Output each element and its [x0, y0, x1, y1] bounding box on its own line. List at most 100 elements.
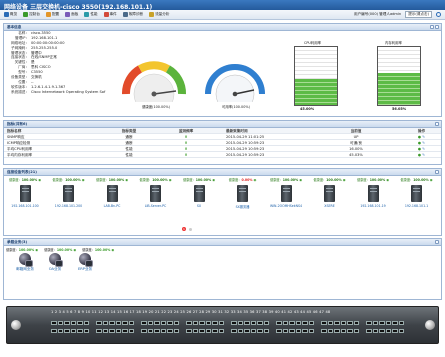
switch-port[interactable] [141, 321, 147, 325]
edit-icon[interactable]: ✎ [422, 147, 425, 151]
view-icon[interactable]: ● [418, 147, 421, 151]
switch-port[interactable] [115, 329, 121, 333]
switch-port[interactable] [379, 321, 385, 325]
switch-port[interactable] [231, 321, 237, 325]
switch-port[interactable] [96, 321, 102, 325]
switch-port[interactable] [154, 329, 160, 333]
switch-port[interactable] [218, 329, 224, 333]
switch-port[interactable] [372, 321, 378, 325]
service-name[interactable]: ERP业务 [70, 267, 100, 272]
toolbar-item-0[interactable]: 概览 [4, 12, 17, 17]
switch-port[interactable] [57, 329, 63, 333]
switch-port[interactable] [321, 329, 327, 333]
switch-port[interactable] [70, 329, 76, 333]
switch-port[interactable] [51, 321, 57, 325]
connected-device[interactable]: 健康度：100.00% ◉ XSERE [309, 177, 351, 208]
switch-port[interactable] [147, 329, 153, 333]
collapse-icon[interactable] [435, 122, 439, 127]
switch-port[interactable] [83, 329, 89, 333]
toolbar-item-3[interactable]: 面板 [65, 12, 78, 17]
switch-port[interactable] [160, 321, 166, 325]
switch-port[interactable] [366, 321, 372, 325]
device-name[interactable]: 192.168.101.200 [48, 204, 90, 208]
service-item[interactable]: OA业务 [40, 253, 70, 272]
switch-port[interactable] [186, 321, 192, 325]
device-name[interactable]: SX服务器 [222, 204, 264, 209]
switch-port[interactable] [147, 321, 153, 325]
close-icon[interactable] [435, 25, 439, 30]
switch-port[interactable] [372, 329, 378, 333]
switch-port[interactable] [244, 329, 250, 333]
service-item[interactable]: ERP业务 [70, 253, 100, 272]
switch-port[interactable] [263, 329, 269, 333]
view-icon[interactable]: ● [418, 141, 421, 145]
connected-device[interactable]: 健康度：100.00% ◉ SX [178, 177, 220, 208]
connected-device[interactable]: 健康度：100.00% ◉ LIB-Server-PC [135, 177, 177, 208]
service-item[interactable]: 邮箱网业务 [10, 253, 40, 272]
switch-port[interactable] [205, 329, 211, 333]
switch-port[interactable] [385, 329, 391, 333]
edit-icon[interactable]: ✎ [422, 135, 425, 139]
device-name[interactable]: SX [178, 204, 220, 208]
switch-port[interactable] [141, 329, 147, 333]
switch-port[interactable] [327, 321, 333, 325]
switch-port[interactable] [173, 321, 179, 325]
switch-port[interactable] [199, 321, 205, 325]
switch-port[interactable] [308, 329, 314, 333]
switch-port[interactable] [64, 321, 70, 325]
page-indicator[interactable]: 1 [182, 227, 186, 231]
switch-port[interactable] [212, 321, 218, 325]
switch-port[interactable] [347, 321, 353, 325]
switch-port[interactable] [250, 329, 256, 333]
switch-port[interactable] [257, 321, 263, 325]
switch-port[interactable] [96, 329, 102, 333]
switch-port[interactable] [392, 321, 398, 325]
switch-port[interactable] [276, 329, 282, 333]
connected-device[interactable]: 健康度：100.00% ◉ WIN-2OOMHSekNS4 [265, 177, 307, 208]
switch-port[interactable] [353, 329, 359, 333]
switch-port[interactable] [308, 321, 314, 325]
switch-port[interactable] [340, 321, 346, 325]
switch-port[interactable] [77, 329, 83, 333]
switch-port[interactable] [109, 321, 115, 325]
device-name[interactable]: LIB-Server-PC [135, 204, 177, 208]
switch-port[interactable] [366, 329, 372, 333]
switch-port[interactable] [385, 321, 391, 325]
view-icon[interactable]: ● [418, 153, 421, 157]
switch-port[interactable] [334, 321, 340, 325]
collapse-icon[interactable] [435, 170, 439, 175]
switch-port[interactable] [398, 321, 404, 325]
notify-button[interactable]: 提示(请点击) [405, 11, 432, 18]
switch-port[interactable] [218, 321, 224, 325]
switch-port[interactable] [353, 321, 359, 325]
device-name[interactable]: XSERE [309, 204, 351, 208]
view-icon[interactable]: ● [418, 135, 421, 139]
switch-port[interactable] [327, 329, 333, 333]
connected-device[interactable]: 健康度：100.00% ◉ LAB-Bn-PC [91, 177, 133, 208]
switch-port[interactable] [167, 321, 173, 325]
collapse-icon[interactable] [435, 240, 439, 245]
switch-port[interactable] [186, 329, 192, 333]
connected-device[interactable]: 健康度：100.00% ◉ 192.168.101.1 [396, 177, 438, 208]
switch-port[interactable] [122, 329, 128, 333]
collapse-icon[interactable] [430, 25, 434, 30]
switch-port[interactable] [64, 329, 70, 333]
switch-port[interactable] [173, 329, 179, 333]
switch-port[interactable] [122, 321, 128, 325]
switch-port[interactable] [231, 329, 237, 333]
switch-port[interactable] [128, 329, 134, 333]
device-name[interactable]: 192.168.101.19 [352, 204, 394, 208]
device-name[interactable]: LAB-Bn-PC [91, 204, 133, 208]
switch-port[interactable] [244, 321, 250, 325]
page-dot[interactable] [189, 227, 192, 231]
toolbar-item-1[interactable]: 控制台 [23, 12, 40, 17]
switch-port[interactable] [83, 321, 89, 325]
switch-port[interactable] [237, 321, 243, 325]
switch-port[interactable] [295, 329, 301, 333]
switch-port[interactable] [302, 329, 308, 333]
device-name[interactable]: 192.168.101.1 [396, 204, 438, 208]
toolbar-item-7[interactable]: 流量分析 [149, 12, 169, 17]
switch-port[interactable] [237, 329, 243, 333]
switch-port[interactable] [199, 329, 205, 333]
switch-port[interactable] [70, 321, 76, 325]
